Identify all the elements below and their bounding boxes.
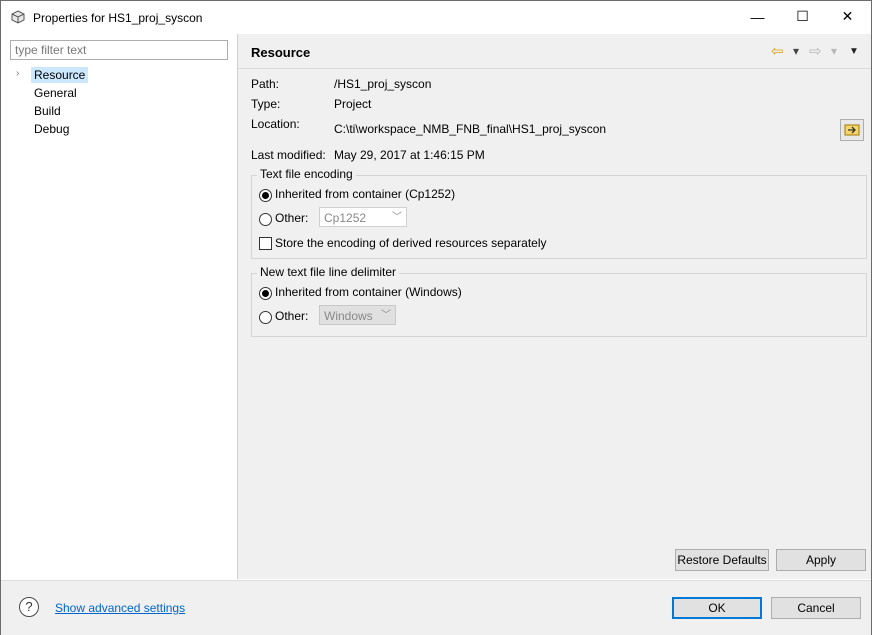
forward-arrow-icon[interactable]: ⇨ bbox=[809, 43, 822, 60]
delimiter-other-radio[interactable] bbox=[259, 311, 272, 324]
encoding-inherited-radio[interactable] bbox=[259, 189, 272, 202]
dialog-footer: ? Show advanced settings OK Cancel bbox=[1, 580, 871, 635]
view-menu-icon[interactable]: ▼ bbox=[849, 43, 859, 59]
delimiter-inherited-label: Inherited from container (Windows) bbox=[275, 285, 462, 299]
forward-menu-chevron-icon[interactable]: ▾ bbox=[831, 43, 837, 59]
page-title: Resource bbox=[251, 45, 311, 60]
tree-item-resource[interactable]: Resource bbox=[31, 67, 89, 83]
chevron-down-icon: ﹀ bbox=[381, 310, 391, 321]
filter-input[interactable] bbox=[10, 40, 228, 60]
chevron-down-icon: ﹀ bbox=[392, 212, 402, 223]
tree-item-general[interactable]: General bbox=[31, 85, 80, 101]
show-in-explorer-icon bbox=[844, 124, 860, 136]
store-encoding-label: Store the encoding of derived resources … bbox=[275, 236, 547, 250]
store-encoding-checkbox[interactable] bbox=[259, 237, 272, 250]
type-value: Project bbox=[334, 97, 372, 111]
property-page: Resource ⇦ ▾ ⇨ ▾ ▼ Path: /HS1_proj_sysco… bbox=[238, 34, 871, 579]
restore-defaults-button[interactable]: Restore Defaults bbox=[675, 549, 769, 571]
delimiter-other-select-value: Windows bbox=[324, 309, 373, 323]
back-menu-chevron-icon[interactable]: ▾ bbox=[793, 43, 799, 59]
cancel-button[interactable]: Cancel bbox=[771, 597, 861, 619]
page-content: Path: /HS1_proj_syscon Type: Project Loc… bbox=[238, 69, 871, 579]
tree-item-debug[interactable]: Debug bbox=[31, 121, 72, 137]
encoding-other-select-value: Cp1252 bbox=[324, 211, 367, 225]
location-label: Location: bbox=[251, 117, 300, 131]
path-label: Path: bbox=[251, 77, 280, 91]
delimiter-inherited-radio[interactable] bbox=[259, 287, 272, 300]
delimiter-other-select[interactable]: Windows ﹀ bbox=[319, 305, 396, 325]
tree-item-label: Build bbox=[34, 104, 61, 118]
maximize-button[interactable]: ☐ bbox=[780, 1, 825, 32]
last-modified-value: May 29, 2017 at 1:46:15 PM bbox=[334, 148, 485, 162]
encoding-inherited-label: Inherited from container (Cp1252) bbox=[275, 187, 456, 201]
window-title: Properties for HS1_proj_syscon bbox=[33, 11, 203, 25]
apply-button[interactable]: Apply bbox=[776, 549, 866, 571]
properties-dialog: Properties for HS1_proj_syscon — ☐ ✕ › R… bbox=[0, 0, 872, 635]
tree-item-build[interactable]: Build bbox=[31, 103, 64, 119]
line-delimiter-legend: New text file line delimiter bbox=[257, 265, 400, 279]
show-advanced-settings-link[interactable]: Show advanced settings bbox=[55, 601, 185, 615]
encoding-other-select[interactable]: Cp1252 ﹀ bbox=[319, 207, 407, 227]
encoding-other-label: Other: bbox=[275, 211, 309, 225]
tree-item-label: General bbox=[34, 86, 77, 100]
last-modified-label: Last modified: bbox=[251, 148, 326, 162]
encoding-other-radio[interactable] bbox=[259, 213, 272, 226]
open-location-button[interactable] bbox=[840, 119, 864, 141]
page-header: Resource ⇦ ▾ ⇨ ▾ ▼ bbox=[238, 34, 871, 69]
type-label: Type: bbox=[251, 97, 281, 111]
close-button[interactable]: ✕ bbox=[825, 1, 870, 32]
path-value: /HS1_proj_syscon bbox=[334, 77, 432, 91]
text-encoding-legend: Text file encoding bbox=[257, 167, 356, 181]
expand-chevron-icon[interactable]: › bbox=[16, 69, 26, 79]
help-icon[interactable]: ? bbox=[19, 597, 39, 617]
tree-item-label: Resource bbox=[34, 68, 86, 82]
back-arrow-icon[interactable]: ⇦ bbox=[771, 43, 784, 60]
delimiter-other-label: Other: bbox=[275, 309, 309, 323]
location-value: C:\ti\workspace_NMB_FNB_final\HS1_proj_s… bbox=[334, 122, 607, 136]
category-tree-pane: › Resource General Build Debug bbox=[3, 34, 238, 579]
app-cube-icon bbox=[11, 10, 25, 24]
minimize-button[interactable]: — bbox=[735, 1, 780, 32]
ok-button[interactable]: OK bbox=[672, 597, 762, 619]
title-bar: Properties for HS1_proj_syscon — ☐ ✕ bbox=[1, 1, 871, 32]
tree-item-label: Debug bbox=[34, 122, 70, 136]
